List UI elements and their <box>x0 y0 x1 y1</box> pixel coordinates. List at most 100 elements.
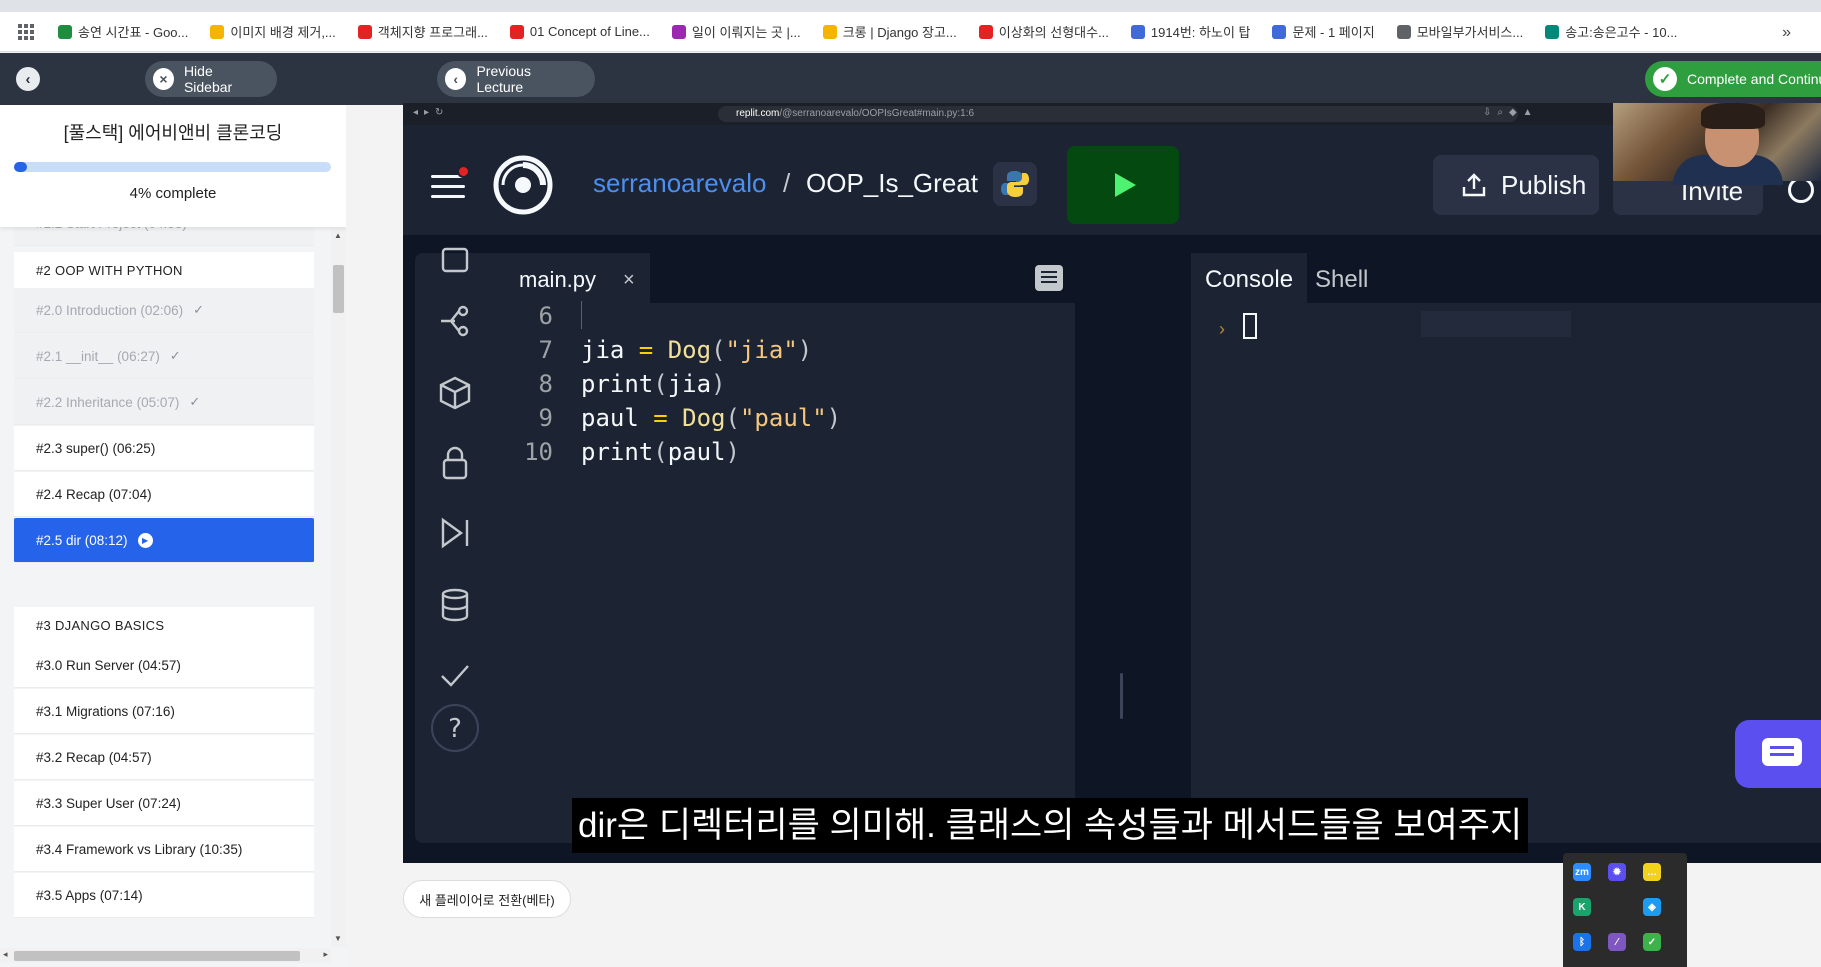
bookmark-item[interactable]: 이미지 배경 제거,... <box>210 22 336 41</box>
close-icon: × <box>153 68 174 90</box>
code-token: "jia" <box>725 336 798 364</box>
console-panel: Console Shell › <box>1191 253 1821 843</box>
back-arrow-icon[interactable]: ‹ <box>16 67 40 91</box>
lesson-item[interactable]: #3.2 Recap (04:57) <box>14 735 314 780</box>
bookmark-item[interactable]: 이상화의 선형대수... <box>978 22 1109 41</box>
bookmark-favicon-icon <box>1396 24 1411 39</box>
bookmark-label: 01 Concept of Line... <box>529 24 650 39</box>
packages-icon <box>439 376 471 410</box>
debugger-icon <box>441 517 469 549</box>
bookmark-item[interactable]: 송고:송은고수 - 10... <box>1545 22 1677 41</box>
lesson-item[interactable]: #3.3 Super User (07:24) <box>14 781 314 826</box>
scrollbar-thumb[interactable] <box>333 265 344 313</box>
bookmark-favicon-icon <box>671 24 686 39</box>
code-line: 8 print(jia) <box>495 367 1075 401</box>
run-button <box>1067 146 1179 224</box>
bookmark-item[interactable]: 일이 이뤄지는 곳 |... <box>671 22 801 41</box>
code-token: ) <box>711 370 726 398</box>
lesson-label: #3.0 Run Server (04:57) <box>36 657 181 673</box>
lesson-item-current[interactable]: #2.5 dir (08:12) ▶ <box>14 518 314 563</box>
bluetooth-icon[interactable]: ᛒ <box>1573 933 1591 951</box>
code-token: = <box>653 404 668 432</box>
code-text: print(jia) <box>581 367 726 401</box>
code-token: print <box>581 370 654 398</box>
repl-owner: serranoarevalo <box>593 168 767 198</box>
bookmark-item[interactable]: 1914번: 하노이 탑 <box>1130 22 1250 41</box>
lesson-item[interactable]: #2.2 Inheritance (05:07) ✓ <box>14 380 314 425</box>
bookmark-item[interactable]: 송연 시간표 - Goo... <box>58 22 188 41</box>
shield-app-icon[interactable]: ◈ <box>1643 898 1661 916</box>
format-code-icon <box>1035 265 1063 291</box>
kakaotalk-icon[interactable]: … <box>1643 863 1661 881</box>
progress-fill <box>14 162 27 172</box>
webcam-person-hair <box>1701 103 1765 129</box>
previous-lecture-button[interactable]: ‹ Previous Lecture <box>437 61 595 97</box>
k-app-icon[interactable]: K <box>1573 898 1591 916</box>
publish-label: Publish <box>1501 169 1587 200</box>
pane-resize-handle <box>1120 673 1123 719</box>
scroll-up-icon[interactable]: ▲ <box>334 231 342 240</box>
file-tab-label: main.py <box>519 267 597 292</box>
progress-bar <box>14 162 331 172</box>
lesson-label: #3.2 Recap (04:57) <box>36 749 152 765</box>
bookmark-item[interactable]: 객체지향 프로그래... <box>357 22 488 41</box>
lesson-item[interactable]: #3.5 Apps (07:14) <box>14 873 314 918</box>
instructor-webcam <box>1613 103 1821 185</box>
lesson-item[interactable]: #3.0 Run Server (04:57) <box>14 643 314 688</box>
bookmark-favicon-icon <box>1272 24 1287 39</box>
lesson-item[interactable]: #3.1 Migrations (07:16) <box>14 689 314 734</box>
code-text: print(paul) <box>581 435 740 469</box>
check-app-icon[interactable]: ✓ <box>1643 933 1661 951</box>
bookmarks-overflow-icon[interactable]: » <box>1782 24 1791 42</box>
course-title: [풀스택] 에어비앤비 클론코딩 <box>63 123 283 143</box>
scroll-right-icon[interactable]: ▸ <box>323 949 328 960</box>
lesson-label: #2.1 __init__ (06:27) <box>36 348 160 364</box>
lesson-item[interactable]: #3.4 Framework vs Library (10:35) <box>14 827 314 872</box>
sidebar-vertical-scrollbar[interactable]: ▲ ▼ <box>331 227 346 947</box>
bookmark-label: 객체지향 프로그래... <box>377 25 488 40</box>
lesson-item[interactable]: #2.4 Recap (07:04) <box>14 472 314 517</box>
code-token: ) <box>725 438 740 466</box>
hide-sidebar-button[interactable]: × Hide Sidebar <box>145 61 277 97</box>
nav-arrows-icon: ◂▸↻ <box>413 107 450 118</box>
chat-bubble-icon <box>1762 738 1802 766</box>
pen-app-icon[interactable]: ⁄ <box>1608 933 1626 951</box>
bookmark-item[interactable]: 01 Concept of Line... <box>509 24 650 39</box>
scrollbar-thumb[interactable] <box>14 951 300 961</box>
url-path: /@serranoarevalo/OOPIsGreat#main.py:1:6 <box>779 108 975 119</box>
course-header: [풀스택] 에어비앤비 클론코딩 4% complete <box>0 105 346 227</box>
bookmark-favicon-icon <box>210 24 225 39</box>
bookmark-item[interactable]: 문제 - 1 페이지 <box>1272 22 1375 41</box>
video-subtitle: dir은 디렉터리를 의미해. 클래스의 속성들과 메서드들을 보여주지 <box>572 798 1529 853</box>
editor-tabstrip <box>650 253 1075 303</box>
bookmark-favicon-icon <box>58 24 72 39</box>
apps-grid-icon[interactable] <box>18 23 34 40</box>
zoom-icon[interactable]: zm <box>1573 863 1591 881</box>
scroll-left-icon[interactable]: ◂ <box>3 949 8 960</box>
bookmark-item[interactable]: 모바일부가서비스... <box>1396 22 1523 41</box>
lesson-item[interactable]: #2.0 Introduction (02:06) ✓ <box>14 288 314 333</box>
lesson-label: #2.0 Introduction (02:06) <box>36 302 184 318</box>
code-text: jia = Dog("jia") <box>581 333 812 367</box>
system-tray-popup: zm ✹ … K ◈ ᛒ ⁄ ✓ <box>1563 853 1687 967</box>
lesson-item[interactable]: #2.1 __init__ (06:27) ✓ <box>14 334 314 379</box>
code-token: Dog <box>667 336 712 364</box>
bookmark-item[interactable]: 크롱 | Django 장고... <box>822 22 957 41</box>
gear-app-icon[interactable]: ✹ <box>1608 863 1626 881</box>
text-caret <box>581 301 582 329</box>
sidebar-horizontal-scrollbar[interactable]: ◂ ▸ <box>0 948 331 963</box>
replit-logo-icon <box>493 155 553 215</box>
python-icon <box>993 162 1037 206</box>
scroll-down-icon[interactable]: ▼ <box>334 934 342 943</box>
lesson-item[interactable]: #2.3 super() (06:25) <box>14 426 314 471</box>
new-player-button[interactable]: 새 플레이어로 전환(베타) <box>403 880 571 918</box>
video-player[interactable]: ◂▸↻ replit.com/@serranoarevalo/OOPIsGrea… <box>403 103 1821 863</box>
code-area: 6 7 jia = Dog("jia") 8 print(jia) 9 paul = Dog… <box>495 301 1075 843</box>
version-control-icon <box>441 305 469 337</box>
bookmark-favicon-icon <box>1545 24 1560 39</box>
complete-and-continue-button[interactable]: ✓ Complete and Continue <box>1645 61 1821 97</box>
code-token: ( <box>711 336 726 364</box>
code-token: ( <box>653 370 668 398</box>
